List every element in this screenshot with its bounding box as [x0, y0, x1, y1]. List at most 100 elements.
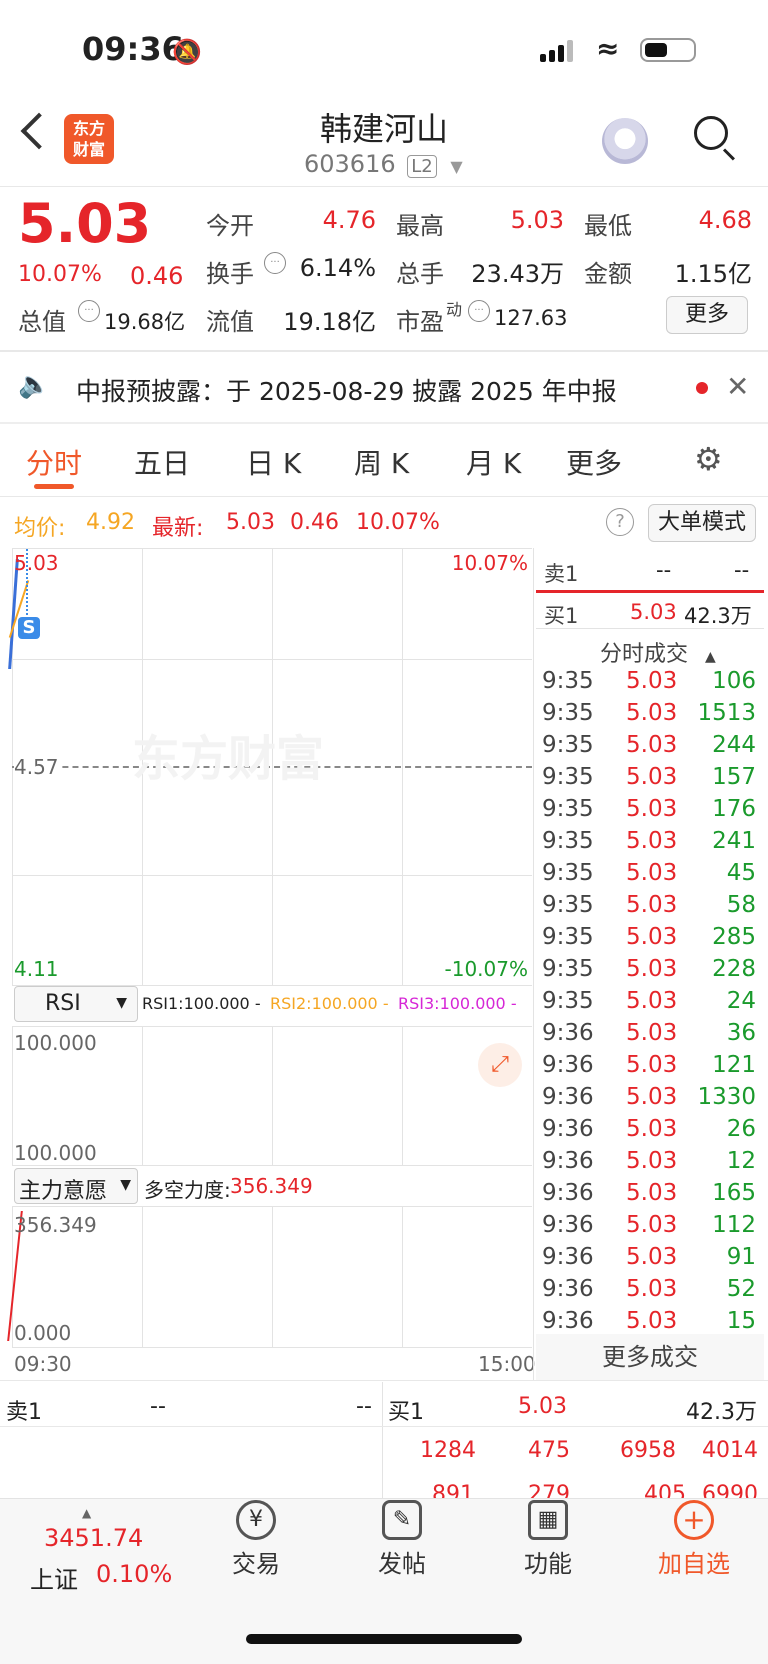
tick-price: 5.03: [626, 1020, 678, 1046]
book-divider: [536, 590, 764, 593]
tab-intraday[interactable]: 分时: [26, 442, 82, 482]
pe-label: 市盈: [396, 308, 444, 336]
tab-monthly-k[interactable]: 月 K: [466, 442, 521, 482]
tab-active-indicator: [34, 484, 74, 489]
tick-row: 9:35 5.03 157: [540, 764, 756, 794]
low-label: 最低: [584, 212, 632, 240]
sell1-price: --: [656, 558, 672, 582]
buy1-label: 买1: [544, 604, 579, 628]
tick-time: 9:36: [542, 1308, 594, 1334]
tick-price: 5.03: [626, 1116, 678, 1142]
tick-volume: 176: [712, 796, 756, 822]
tick-volume: 58: [726, 892, 756, 918]
rsi-selector-label: RSI: [45, 991, 81, 1016]
tick-row: 9:36 5.03 121: [540, 1052, 756, 1082]
intraday-chart[interactable]: 东方财富 S 5.03 10.07% 4.57 4.11 -10.07%: [8, 548, 532, 986]
tick-row: 9:35 5.03 106: [540, 668, 756, 698]
notice-text[interactable]: 中报预披露：于 2025-08-29 披露 2025 年中报: [76, 372, 617, 408]
change-amount: 0.46: [130, 262, 184, 290]
queue-cell: 475: [528, 1438, 570, 1463]
sell1-label: 卖1: [544, 562, 579, 586]
tick-time: 9:36: [542, 1276, 594, 1302]
stock-code[interactable]: 603616 L2 ▼: [304, 150, 463, 178]
tick-volume: 157: [712, 764, 756, 790]
low-value: 4.68: [698, 206, 752, 234]
tick-time: 9:36: [542, 1148, 594, 1174]
rsi-chart[interactable]: 100.000 100.000 ⤢: [12, 1026, 532, 1166]
ticks-header[interactable]: 分时成交 ▲: [600, 636, 716, 668]
mid-price-label: 4.57: [14, 755, 59, 779]
buy1-price: 5.03: [630, 600, 677, 624]
close-icon[interactable]: ✕: [726, 370, 749, 403]
stock-code-text: 603616: [304, 150, 396, 178]
nav-post[interactable]: ✎ 发帖: [342, 1500, 462, 1579]
info-icon[interactable]: ...: [78, 300, 100, 322]
queue-cell: 6958: [620, 1438, 676, 1463]
assistant-avatar[interactable]: [602, 118, 648, 164]
expand-icon[interactable]: ⤢: [478, 1043, 522, 1087]
bottom-sell1-price: --: [150, 1394, 166, 1419]
pe-superscript: 动: [446, 300, 463, 319]
amount-label: 金额: [584, 260, 632, 288]
tab-more[interactable]: 更多: [566, 442, 622, 482]
info-icon[interactable]: ...: [468, 300, 490, 322]
tick-time: 9:36: [542, 1212, 594, 1238]
ticks-title: 分时成交: [600, 642, 689, 667]
main-force-selector[interactable]: 主力意愿 ▼: [14, 1168, 138, 1204]
tick-time: 9:36: [542, 1244, 594, 1270]
tick-price: 5.03: [626, 1052, 678, 1078]
tick-price: 5.03: [626, 1084, 678, 1110]
tick-volume: 15: [726, 1308, 756, 1334]
signal-icon: [540, 38, 580, 62]
high-label: 最高: [396, 212, 444, 240]
watermark: 东方财富: [132, 731, 325, 787]
tick-volume: 165: [712, 1180, 756, 1206]
wifi-icon: ≈: [596, 32, 620, 65]
tick-time: 9:35: [542, 988, 594, 1014]
pe-value: 127.63: [494, 306, 568, 330]
nav-add-watchlist[interactable]: + 加自选: [634, 1500, 754, 1579]
signal-marker[interactable]: S: [18, 617, 40, 639]
tick-time: 9:35: [542, 668, 594, 694]
tab-weekly-k[interactable]: 周 K: [354, 442, 409, 482]
big-order-mode-button[interactable]: 大单模式: [648, 504, 756, 542]
book-sep: [536, 628, 764, 629]
queue-cell: 4014: [702, 1438, 758, 1463]
main-force-chart[interactable]: 356.349 0.000: [7, 1206, 532, 1348]
tick-volume: 24: [726, 988, 756, 1014]
grid-icon: ▦: [528, 1500, 568, 1540]
help-icon[interactable]: ?: [606, 508, 634, 536]
tab-five-day[interactable]: 五日: [134, 442, 190, 482]
nav-add-watchlist-label: 加自选: [658, 1550, 730, 1578]
tick-volume: 52: [726, 1276, 756, 1302]
tab-daily-k[interactable]: 日 K: [246, 442, 301, 482]
index-ticker[interactable]: ▲ 3451.74 上证 0.10%: [20, 1506, 172, 1596]
float-label: 流值: [206, 308, 254, 336]
nav-function[interactable]: ▦ 功能: [488, 1500, 608, 1579]
nav-trade[interactable]: ¥ 交易: [196, 1500, 316, 1579]
tick-volume: 285: [712, 924, 756, 950]
bottom-pct-label: -10.07%: [444, 957, 528, 981]
tick-price: 5.03: [626, 700, 678, 726]
rsi-selector[interactable]: RSI ▼: [14, 986, 138, 1022]
mktcap-label: 总值: [18, 308, 66, 336]
bottom-buy1-price: 5.03: [518, 1394, 567, 1419]
turnover-value: 6.14%: [299, 254, 376, 282]
search-icon[interactable]: [694, 116, 735, 161]
info-icon[interactable]: ...: [264, 252, 286, 274]
tick-row: 9:35 5.03 45: [540, 860, 756, 890]
tick-row: 9:36 5.03 52: [540, 1276, 756, 1306]
more-button[interactable]: 更多: [666, 296, 748, 334]
home-indicator: [246, 1634, 522, 1644]
right-panel-divider: [533, 548, 534, 1380]
avg-value: 4.92: [86, 510, 135, 535]
gear-icon[interactable]: ⚙: [694, 440, 723, 478]
tick-time: 9:36: [542, 1052, 594, 1078]
open-value: 4.76: [322, 206, 376, 234]
tick-price: 5.03: [626, 924, 678, 950]
tick-price: 5.03: [626, 1148, 678, 1174]
edit-icon: ✎: [382, 1500, 422, 1540]
more-trades-button[interactable]: 更多成交: [536, 1334, 764, 1380]
rsi2-value: RSI2:100.000 -: [270, 994, 389, 1013]
float-value: 19.18亿: [283, 308, 376, 336]
